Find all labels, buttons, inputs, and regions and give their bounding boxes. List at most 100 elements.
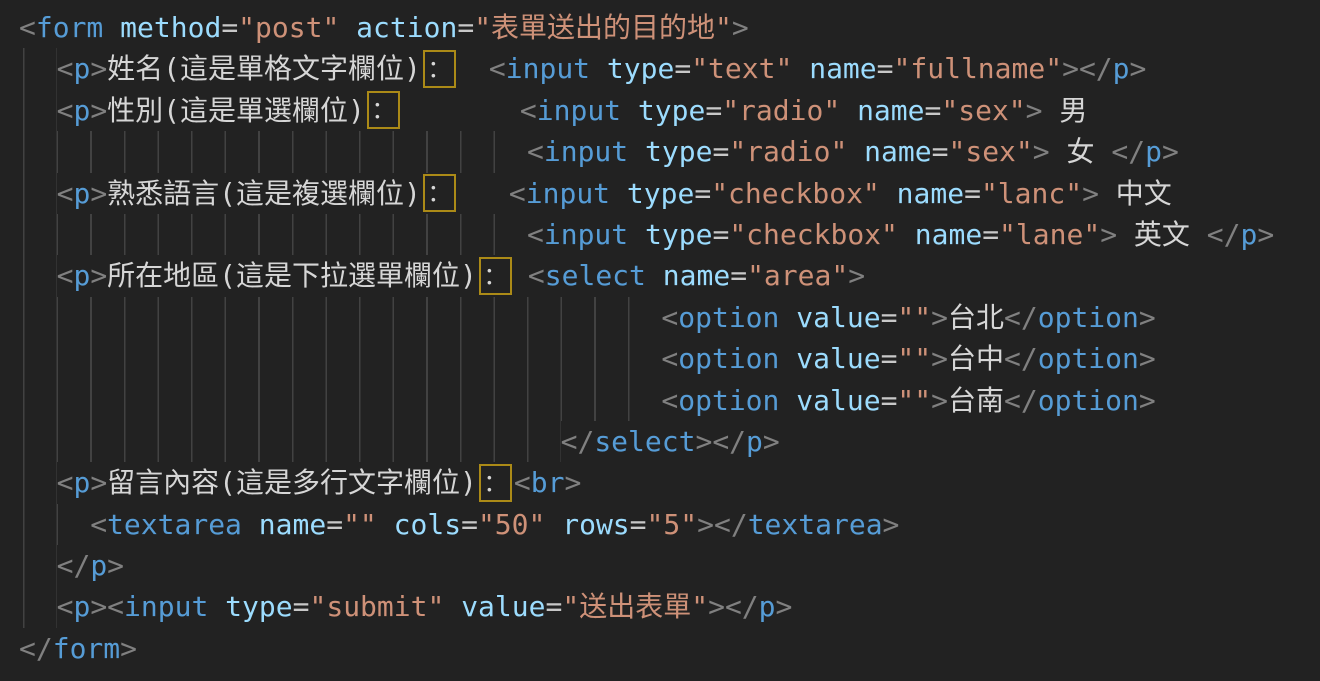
code-line-12[interactable]: <p>留言內容(這是多行文字欄位)：<br> xyxy=(19,462,1320,503)
code-token: "post" xyxy=(238,7,339,48)
code-line-3[interactable]: <p>性別(這是單選欄位)：<input type="radio" name="… xyxy=(19,90,1320,131)
code-token: option xyxy=(678,338,779,379)
indent-guides xyxy=(19,586,57,627)
code-token: p xyxy=(90,545,107,586)
code-token: "" xyxy=(343,504,377,545)
code-token: < xyxy=(57,255,74,296)
code-token: = xyxy=(877,48,894,89)
code-line-4[interactable]: <input type="radio" name="sex"> 女 </p> xyxy=(19,131,1320,172)
code-token: type xyxy=(208,586,292,627)
code-token: "送出表單" xyxy=(562,586,708,627)
code-token: "submit" xyxy=(309,586,444,627)
code-token: 留言內容(這是多行文字欄位) xyxy=(107,462,477,503)
code-token: </ xyxy=(57,545,91,586)
code-token: < xyxy=(528,255,545,296)
code-token: > xyxy=(1026,90,1043,131)
code-token: "checkbox" xyxy=(711,173,880,214)
code-token: </ xyxy=(1004,297,1038,338)
code-token: type xyxy=(628,131,712,172)
code-token: name xyxy=(840,90,924,131)
code-token: rows xyxy=(545,504,629,545)
code-token: "text" xyxy=(691,48,792,89)
code-token: = xyxy=(881,380,898,421)
code-token: = xyxy=(221,7,238,48)
code-token: action xyxy=(339,7,457,48)
code-token: name xyxy=(880,173,964,214)
code-token: > xyxy=(1139,380,1156,421)
code-line-11[interactable]: </select></p> xyxy=(19,421,1320,462)
code-token: > xyxy=(763,421,780,462)
code-token: type xyxy=(628,214,712,255)
code-line-13[interactable]: <textarea name="" cols="50" rows="5"></t… xyxy=(19,504,1320,545)
code-token: = xyxy=(293,586,310,627)
indent-guides xyxy=(19,131,527,172)
code-token: > xyxy=(1139,297,1156,338)
code-token: 中文 xyxy=(1099,173,1172,214)
code-token: < xyxy=(90,504,107,545)
code-token: "radio" xyxy=(722,90,840,131)
code-token: = xyxy=(730,255,747,296)
code-token: "50" xyxy=(478,504,545,545)
indent-guides xyxy=(19,504,90,545)
code-line-14[interactable]: </p> xyxy=(19,545,1320,586)
code-token: p xyxy=(73,462,90,503)
code-token: "" xyxy=(897,338,931,379)
code-line-9[interactable]: <option value="">台中</option> xyxy=(19,338,1320,379)
code-token: = xyxy=(457,7,474,48)
code-token: input xyxy=(544,214,628,255)
code-token: br xyxy=(531,462,565,503)
code-line-16[interactable]: </form> xyxy=(19,628,1320,669)
indent-guides xyxy=(19,545,57,586)
code-token: "表單送出的目的地" xyxy=(474,7,732,48)
code-token: > xyxy=(931,380,948,421)
code-token: option xyxy=(1038,297,1139,338)
code-editor[interactable]: <form method="post" action="表單送出的目的地"><p… xyxy=(0,0,1320,681)
code-token: p xyxy=(73,586,90,627)
code-token: > xyxy=(107,545,124,586)
code-token: < xyxy=(57,173,74,214)
code-line-8[interactable]: <option value="">台北</option> xyxy=(19,297,1320,338)
code-token: 男 xyxy=(1043,90,1088,131)
indent-guides xyxy=(19,214,527,255)
code-token: = xyxy=(881,297,898,338)
code-token: < xyxy=(661,338,678,379)
code-token: "sex" xyxy=(941,90,1025,131)
code-line-2[interactable]: <p>姓名(這是單格文字欄位)：<input type="text" name=… xyxy=(19,48,1320,89)
code-token: form xyxy=(36,7,103,48)
code-token: > xyxy=(564,462,581,503)
code-token: > xyxy=(90,173,107,214)
code-token: select xyxy=(545,255,646,296)
code-token: > xyxy=(90,48,107,89)
code-line-6[interactable]: <input type="checkbox" name="lane"> 英文 <… xyxy=(19,214,1320,255)
code-token: < xyxy=(57,462,74,503)
code-token: "sex" xyxy=(948,131,1032,172)
code-line-1[interactable]: <form method="post" action="表單送出的目的地"> xyxy=(19,7,1320,48)
code-line-10[interactable]: <option value="">台南</option> xyxy=(19,380,1320,421)
code-token: </ xyxy=(725,586,759,627)
code-token: p xyxy=(73,90,90,131)
code-token: option xyxy=(678,297,779,338)
code-token: 台北 xyxy=(948,297,1004,338)
unicode-highlight-box: ： xyxy=(479,464,512,502)
code-token: > xyxy=(1162,131,1179,172)
indent-guides xyxy=(19,421,561,462)
code-token: = xyxy=(630,504,647,545)
code-line-7[interactable]: <p>所在地區(這是下拉選單欄位)：<select name="area"> xyxy=(19,255,1320,296)
code-token: "checkbox" xyxy=(729,214,898,255)
indent-guides xyxy=(19,90,57,131)
code-token: name xyxy=(792,48,876,89)
code-token: p xyxy=(746,421,763,462)
code-token: > xyxy=(883,504,900,545)
code-token: 女 xyxy=(1050,131,1112,172)
code-token: "" xyxy=(897,297,931,338)
code-token: </ xyxy=(1004,338,1038,379)
code-token: > xyxy=(1100,214,1117,255)
code-token: option xyxy=(678,380,779,421)
unicode-highlight-box: ： xyxy=(423,50,456,88)
indent-guides xyxy=(19,255,57,296)
code-token: 熟悉語言(這是複選欄位) xyxy=(107,173,421,214)
code-token: option xyxy=(1038,380,1139,421)
code-line-5[interactable]: <p>熟悉語言(這是複選欄位)：<input type="checkbox" n… xyxy=(19,173,1320,214)
code-line-15[interactable]: <p><input type="submit" value="送出表單"></p… xyxy=(19,586,1320,627)
code-token: 英文 xyxy=(1117,214,1207,255)
